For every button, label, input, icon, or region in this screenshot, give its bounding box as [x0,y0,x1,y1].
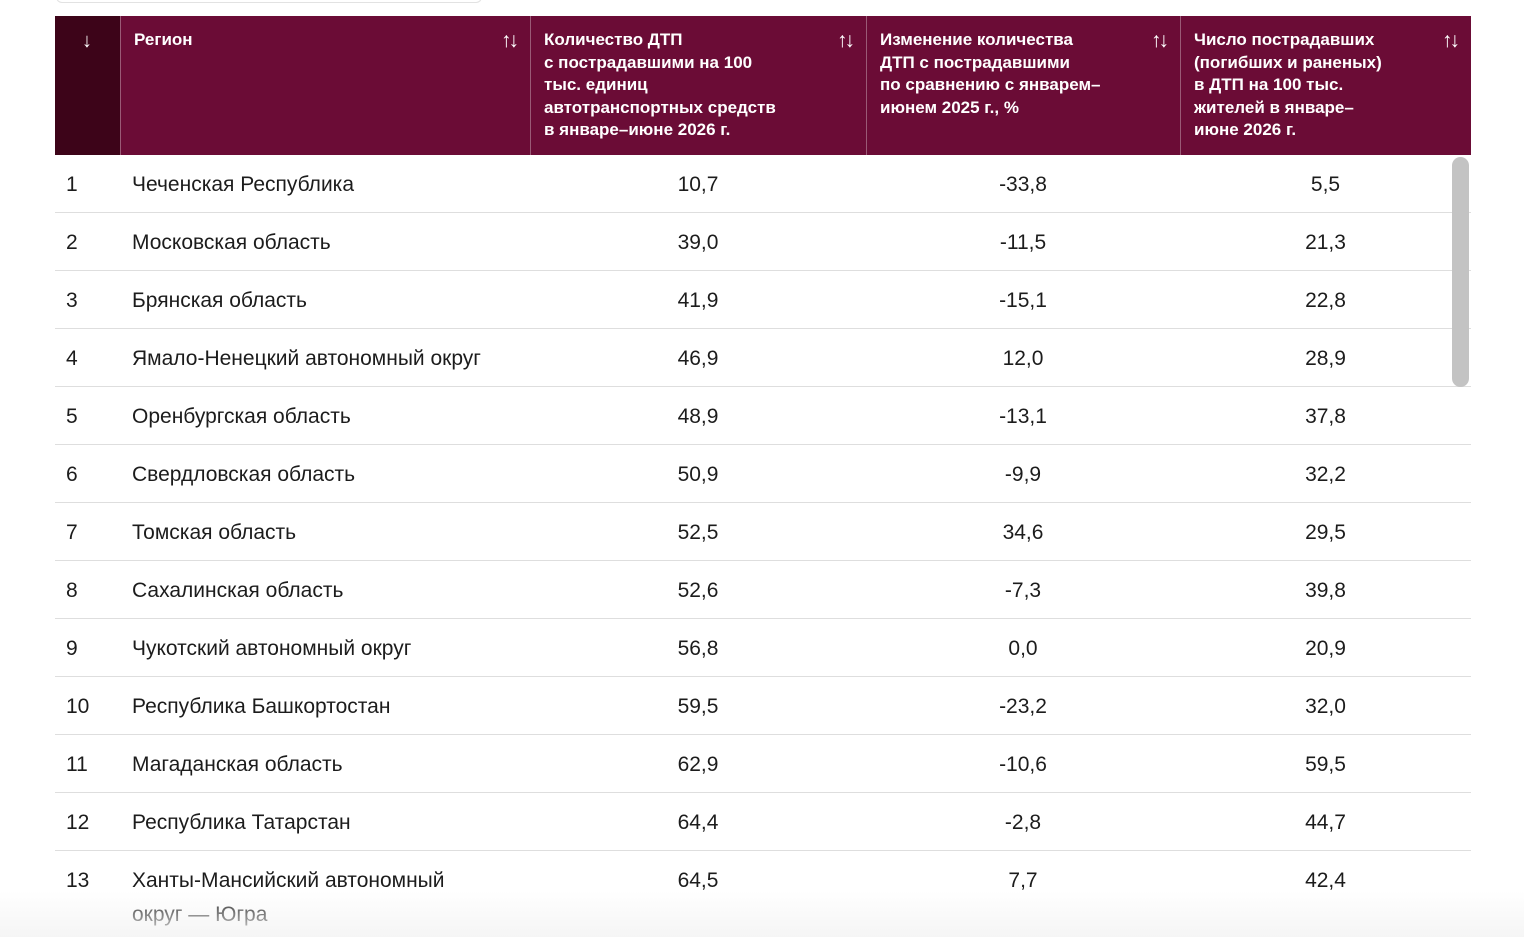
row-accidents-per-vehicles: 64,4 [677,811,719,834]
row-victims-per-residents: 20,9 [1305,637,1346,660]
table-row: 11 Магаданская область 62,9 -10,6 59,5 [55,735,1471,793]
row-accidents-change: -23,2 [999,695,1047,718]
row-number: 4 [66,347,78,370]
row-victims-per-residents: 37,8 [1305,405,1346,428]
row-region: Брянская область [132,289,307,312]
table-body: 1 Чеченская Республика 10,7 -33,8 5,5 2 Москов… [55,155,1471,931]
row-accidents-change: 7,7 [1008,869,1038,892]
table-row: 6 Свердловская область 50,9 -9,9 32,2 [55,445,1471,503]
row-accidents-change: -15,1 [999,289,1047,312]
row-accidents-change: 0,0 [1008,637,1038,660]
row-region: Чеченская Республика [132,173,354,196]
table-row: 2 Московская область 39,0 -11,5 21,3 [55,213,1471,271]
row-number: 7 [66,521,78,544]
row-victims-per-residents: 32,0 [1305,695,1346,718]
header-accidents-per-vehicles-label: Количество ДТП с пострадавшими на 100 ты… [544,30,776,139]
row-region: Республика Татарстан [132,811,351,834]
row-accidents-change: -13,1 [999,405,1047,428]
row-accidents-per-vehicles: 56,8 [677,637,719,660]
row-number: 8 [66,579,78,602]
row-number: 5 [66,405,78,428]
table-row: 4 Ямало-Ненецкий автономный округ 46,9 12,0… [55,329,1471,387]
sort-up-down-icon[interactable]: ↑↓ [501,29,519,53]
row-accidents-per-vehicles: 41,9 [677,289,719,312]
header-victims-per-residents[interactable]: Число пострадавших (погибших и раненых) … [1180,16,1471,155]
row-victims-per-residents: 42,4 [1305,869,1346,892]
table-row: 12 Республика Татарстан 64,4 -2,8 44,7 [55,793,1471,851]
row-accidents-change: -33,8 [999,173,1047,196]
header-accidents-per-vehicles[interactable]: Количество ДТП с пострадавшими на 100 ты… [530,16,866,155]
row-accidents-per-vehicles: 39,0 [677,231,719,254]
table-row: 10 Республика Башкортостан 59,5 -23,2 32,0 [55,677,1471,735]
row-accidents-change: -7,3 [1004,579,1042,602]
row-victims-per-residents: 59,5 [1305,753,1346,776]
table-row: 7 Томская область 52,5 34,6 29,5 [55,503,1471,561]
regions-table: ↓ Регион ↑↓ Количество ДТП с пострадавши… [55,16,1471,931]
row-accidents-per-vehicles: 50,9 [677,463,719,486]
row-accidents-per-vehicles: 52,6 [677,579,719,602]
row-number: 1 [66,173,78,196]
header-accidents-change[interactable]: Изменение количества ДТП с пострадавшими… [866,16,1180,155]
row-accidents-per-vehicles: 64,5 [677,869,719,892]
table-header: ↓ Регион ↑↓ Количество ДТП с пострадавши… [55,16,1471,155]
header-accidents-change-label: Изменение количества ДТП с пострадавшими… [880,30,1101,117]
sort-up-down-icon[interactable]: ↑↓ [1442,29,1460,53]
row-accidents-change: -2,8 [1004,811,1042,834]
row-region: Московская область [132,231,331,254]
header-region-label: Регион [134,30,193,49]
row-accidents-per-vehicles: 46,9 [677,347,719,370]
row-victims-per-residents: 29,5 [1305,521,1346,544]
row-region: Республика Башкортостан [132,695,391,718]
row-victims-per-residents: 5,5 [1310,173,1341,196]
row-region: Свердловская область [132,463,356,486]
row-region: Чукотский автономный округ [132,637,412,660]
row-region: Оренбургская область [132,405,351,428]
row-accidents-change: -9,9 [1004,463,1042,486]
arrow-down-icon[interactable]: ↓ [82,31,92,51]
row-accidents-change: -10,6 [999,753,1047,776]
sort-up-down-icon[interactable]: ↑↓ [1151,29,1169,53]
row-region: Сахалинская область [132,579,344,602]
header-victims-per-residents-label: Число пострадавших (погибших и раненых) … [1194,30,1382,139]
row-number: 9 [66,637,78,660]
scrollbar-thumb[interactable] [1452,157,1469,387]
row-number: 12 [66,811,90,834]
table-row: 5 Оренбургская область 48,9 -13,1 37,8 [55,387,1471,445]
row-victims-per-residents: 21,3 [1305,231,1346,254]
table-row: 9 Чукотский автономный округ 56,8 0,0 20,9 [55,619,1471,677]
row-victims-per-residents: 22,8 [1305,289,1346,312]
row-victims-per-residents: 32,2 [1305,463,1346,486]
row-number: 10 [66,695,90,718]
row-victims-per-residents: 44,7 [1305,811,1346,834]
row-accidents-change: -11,5 [999,231,1047,254]
row-accidents-per-vehicles: 48,9 [677,405,719,428]
row-accidents-per-vehicles: 62,9 [677,753,719,776]
table-row: 13 Ханты-Мансийский автономный округ — Юг… [55,851,1471,931]
row-number: 2 [66,231,78,254]
row-number: 13 [66,869,90,892]
row-accidents-change: 12,0 [1002,347,1044,370]
row-number: 3 [66,289,78,312]
row-accidents-change: 34,6 [1002,521,1044,544]
row-region: Ямало-Ненецкий автономный округ [132,347,481,370]
header-region[interactable]: Регион ↑↓ [120,16,530,155]
header-number[interactable]: ↓ [55,16,120,155]
sort-up-down-icon[interactable]: ↑↓ [837,29,855,53]
top-control-edge [56,0,482,3]
row-number: 6 [66,463,78,486]
row-accidents-per-vehicles: 10,7 [677,173,719,196]
row-number: 11 [66,753,88,776]
row-region: Томская область [132,521,297,544]
table-row: 3 Брянская область 41,9 -15,1 22,8 [55,271,1471,329]
row-accidents-per-vehicles: 52,5 [677,521,719,544]
row-region: Ханты-Мансийский автономный округ — Югра [132,869,445,926]
table-row: 1 Чеченская Республика 10,7 -33,8 5,5 [55,155,1471,213]
row-victims-per-residents: 28,9 [1305,347,1346,370]
table-row: 8 Сахалинская область 52,6 -7,3 39,8 [55,561,1471,619]
row-region: Магаданская область [132,753,343,776]
row-accidents-per-vehicles: 59,5 [677,695,719,718]
row-victims-per-residents: 39,8 [1305,579,1346,602]
